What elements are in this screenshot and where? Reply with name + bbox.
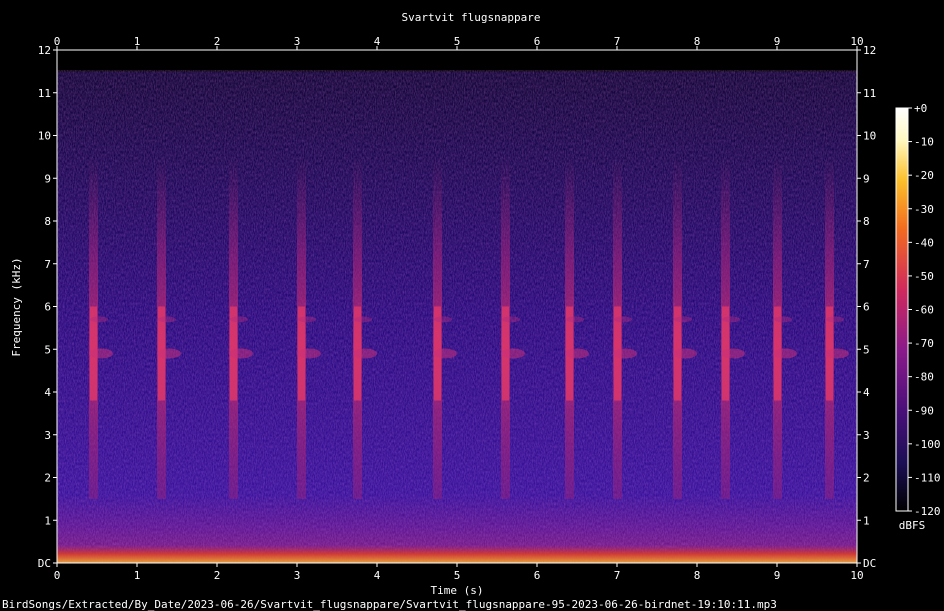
x-tick-label-bottom: 10 bbox=[850, 569, 863, 582]
colorbar-tick-label: -100 bbox=[914, 438, 941, 451]
y-tick-label-right: 3 bbox=[863, 429, 870, 442]
y-tick-label-right: 6 bbox=[863, 301, 870, 314]
x-tick-label-bottom: 3 bbox=[294, 569, 301, 582]
x-tick-label-bottom: 1 bbox=[134, 569, 141, 582]
x-tick-label-top: 2 bbox=[214, 35, 221, 48]
y-tick-label-right: 11 bbox=[863, 87, 876, 100]
colorbar-tick-label: -90 bbox=[914, 404, 934, 417]
y-tick-label-right: DC bbox=[863, 557, 876, 570]
x-tick-label-bottom: 9 bbox=[774, 569, 781, 582]
y-tick-label-right: 1 bbox=[863, 514, 870, 527]
x-tick-label-top: 8 bbox=[694, 35, 701, 48]
x-tick-label-top: 4 bbox=[374, 35, 381, 48]
x-tick-label-top: 5 bbox=[454, 35, 461, 48]
colorbar-tick-label: -30 bbox=[914, 203, 934, 216]
colorbar-tick-label: -120 bbox=[914, 505, 941, 518]
y-tick-label-right: 8 bbox=[863, 215, 870, 228]
x-tick-label-bottom: 2 bbox=[214, 569, 221, 582]
y-tick-label-left: 4 bbox=[44, 386, 51, 399]
spectrogram-image bbox=[57, 50, 857, 563]
colorbar-tick-label: +0 bbox=[914, 102, 927, 115]
x-tick-label-top: 3 bbox=[294, 35, 301, 48]
x-tick-label-bottom: 4 bbox=[374, 569, 381, 582]
x-tick-label-top: 10 bbox=[850, 35, 863, 48]
y-tick-label-left: 9 bbox=[44, 172, 51, 185]
colorbar-tick-label: -40 bbox=[914, 236, 934, 249]
colorbar-tick-label: -20 bbox=[914, 169, 934, 182]
chart-title: Svartvit flugsnappare bbox=[401, 11, 540, 24]
x-tick-label-bottom: 5 bbox=[454, 569, 461, 582]
x-tick-label-bottom: 7 bbox=[614, 569, 621, 582]
colorbar-tick-label: -50 bbox=[914, 270, 934, 283]
x-axis-label: Time (s) bbox=[431, 584, 484, 597]
spectrogram-chart: 001122334455667788991010 DC DC1 12 23 34 45 56… bbox=[2, 11, 941, 611]
colorbar bbox=[895, 107, 909, 512]
file-path: BirdSongs/Extracted/By_Date/2023-06-26/S… bbox=[2, 598, 777, 611]
y-tick-label-left: 8 bbox=[44, 215, 51, 228]
y-tick-label-right: 9 bbox=[863, 172, 870, 185]
y-tick-label-left: 10 bbox=[38, 130, 51, 143]
y-tick-label-left: 3 bbox=[44, 429, 51, 442]
y-tick-label-right: 7 bbox=[863, 258, 870, 271]
y-tick-label-left: 11 bbox=[38, 87, 51, 100]
x-tick-label-top: 1 bbox=[134, 35, 141, 48]
colorbar-tick-label: -80 bbox=[914, 371, 934, 384]
y-tick-label-left: DC bbox=[38, 557, 51, 570]
x-tick-label-top: 6 bbox=[534, 35, 541, 48]
x-tick-label-top: 0 bbox=[54, 35, 61, 48]
y-tick-label-left: 1 bbox=[44, 514, 51, 527]
y-tick-label-right: 10 bbox=[863, 130, 876, 143]
colorbar-label: dBFS bbox=[899, 519, 926, 532]
y-tick-label-right: 5 bbox=[863, 343, 870, 356]
y-tick-label-left: 12 bbox=[38, 44, 51, 57]
x-tick-label-bottom: 0 bbox=[54, 569, 61, 582]
colorbar-tick-label: -10 bbox=[914, 136, 934, 149]
x-tick-label-bottom: 8 bbox=[694, 569, 701, 582]
y-tick-label-right: 2 bbox=[863, 472, 870, 485]
y-tick-label-left: 6 bbox=[44, 301, 51, 314]
colorbar-tick-label: -70 bbox=[914, 337, 934, 350]
colorbar-tick-label: -110 bbox=[914, 471, 941, 484]
y-tick-label-right: 4 bbox=[863, 386, 870, 399]
y-tick-label-left: 7 bbox=[44, 258, 51, 271]
colorbar-tick-label: -60 bbox=[914, 304, 934, 317]
x-tick-label-top: 7 bbox=[614, 35, 621, 48]
y-tick-label-left: 5 bbox=[44, 343, 51, 356]
y-tick-label-right: 12 bbox=[863, 44, 876, 57]
x-tick-label-bottom: 6 bbox=[534, 569, 541, 582]
y-tick-label-left: 2 bbox=[44, 472, 51, 485]
x-tick-label-top: 9 bbox=[774, 35, 781, 48]
y-axis-label: Frequency (kHz) bbox=[10, 257, 23, 356]
